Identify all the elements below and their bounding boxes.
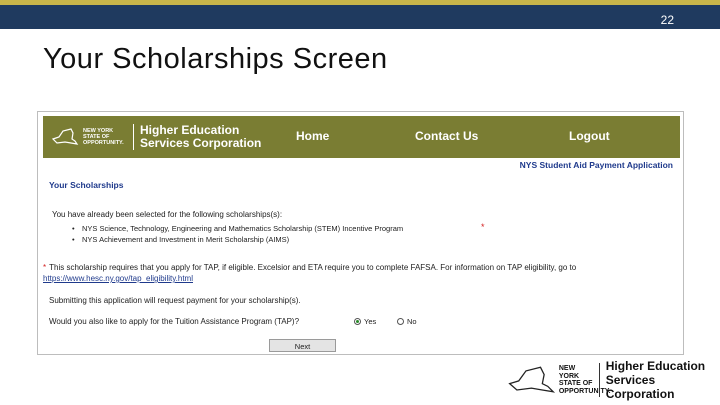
screenshot-frame: NEW YORK STATE OF OPPORTUNITY. Higher Ed…	[37, 111, 684, 355]
nav-bar: NEW YORK STATE OF OPPORTUNITY. Higher Ed…	[43, 116, 680, 158]
scholarship-item: NYS Achievement and Investment in Merit …	[72, 234, 403, 245]
footer-logo-divider	[598, 363, 600, 397]
tap-eligibility-link[interactable]: https://www.hesc.ny.gov/tap_eligibility.…	[43, 274, 193, 283]
ny-logo-text: NEW YORK STATE OF OPPORTUNITY.	[83, 128, 124, 146]
logo-divider	[133, 124, 134, 150]
scholarship-item: NYS Science, Technology, Engineering and…	[72, 223, 403, 234]
org-name-line2: Services Corporation	[140, 136, 262, 150]
tap-yes-label: Yes	[364, 317, 377, 326]
nav-logout-link[interactable]: Logout	[569, 129, 610, 143]
application-title: NYS Student Aid Payment Application	[519, 160, 673, 170]
radio-selected-icon[interactable]	[354, 318, 361, 325]
required-marker: *	[481, 222, 485, 232]
tap-no-label: No	[407, 317, 417, 326]
tap-no-radio[interactable]: No	[397, 317, 417, 326]
slide-title: Your Scholarships Screen	[43, 43, 388, 75]
tap-yes-radio[interactable]: Yes	[354, 317, 376, 326]
footer-org-line2: Services Corporation	[605, 373, 675, 401]
scholarships-intro: You have already been selected for the f…	[52, 210, 283, 219]
ny-state-outline-icon	[508, 366, 556, 393]
footer-org-line1: Higher Education	[605, 359, 706, 373]
scholarship-list: NYS Science, Technology, Engineering and…	[72, 223, 403, 245]
next-button[interactable]: Next	[269, 339, 336, 352]
note-required-marker: *	[43, 263, 47, 272]
tap-question: Would you also like to apply for the Tui…	[49, 317, 300, 326]
hesc-logo[interactable]: NEW YORK STATE OF OPPORTUNITY. Higher Ed…	[51, 122, 261, 152]
footer-org-name: Higher Education Services Corporation	[606, 359, 716, 401]
org-name: Higher Education Services Corporation	[140, 124, 261, 150]
footer-ny-text: NEW YORK STATE OF OPPORTUNITY.	[558, 365, 611, 395]
nav-home-link[interactable]: Home	[296, 129, 329, 143]
footer-hesc-logo: NEW YORK STATE OF OPPORTUNITY. Higher Ed…	[506, 359, 716, 401]
slide-number: 22	[660, 13, 674, 27]
slide-top-bar: 22	[0, 0, 720, 29]
submit-note: Submitting this application will request…	[49, 296, 301, 305]
tap-requirement-note: * This scholarship requires that you appl…	[43, 262, 663, 284]
nav-contact-link[interactable]: Contact Us	[415, 129, 478, 143]
ny-state-outline-icon	[51, 128, 79, 145]
note-text: This scholarship requires that you apply…	[49, 263, 577, 272]
section-title: Your Scholarships	[49, 180, 124, 190]
radio-unselected-icon[interactable]	[397, 318, 404, 325]
